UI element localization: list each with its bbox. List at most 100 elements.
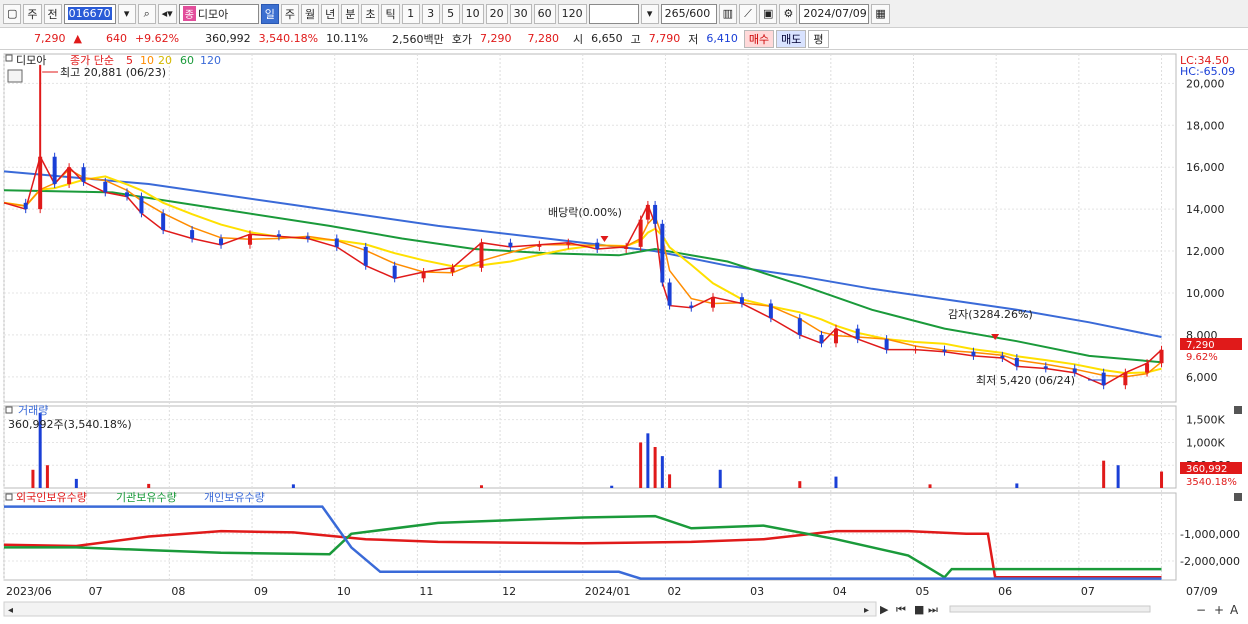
candle (566, 242, 571, 245)
zoom-in-icon[interactable]: + (1214, 603, 1224, 617)
stop-icon[interactable]: ■ (914, 603, 924, 616)
high-price: 7,790 (648, 32, 681, 45)
price-change-pct: +9.62% (134, 32, 180, 45)
volume-bar (45, 465, 49, 488)
low-label: 저 (688, 32, 699, 46)
eval-button[interactable]: 평 (808, 29, 829, 48)
candle (638, 219, 643, 247)
period-tick-button[interactable]: 틱 (381, 3, 400, 24)
gear-icon[interactable]: ⚙ (779, 3, 798, 24)
period-month-button[interactable]: 월 (300, 3, 320, 24)
scroll-right-icon[interactable]: ▸ (864, 605, 869, 616)
line-chart-icon[interactable]: ⟋ (738, 3, 757, 24)
price-tick-label: 16,000 (1186, 161, 1225, 174)
candle (1101, 372, 1106, 386)
up-arrow-icon: ▲ (73, 32, 82, 45)
high-label: 고 (630, 32, 641, 46)
multiplier-1-button[interactable]: 1 (401, 3, 420, 24)
candle (81, 167, 86, 182)
candle (1123, 372, 1128, 386)
stock-name-field[interactable]: 종 디모아 (178, 3, 259, 24)
sell-button[interactable]: 매도 (776, 29, 807, 48)
candle (247, 234, 252, 245)
layout-icon[interactable]: ▢ (3, 3, 22, 24)
multiplier-20-button[interactable]: 20 (485, 3, 508, 24)
multiplier-5-button[interactable]: 5 (441, 3, 460, 24)
auto-scale-icon[interactable]: A (1230, 603, 1239, 617)
volume-bar (668, 474, 672, 488)
x-tick-label: 08 (171, 585, 185, 598)
candle (23, 202, 28, 210)
x-tick-label: 05 (915, 585, 929, 598)
zoom-slider[interactable] (949, 605, 1151, 613)
candle (305, 236, 310, 239)
low-annotation: 최저 5,420 (06/24) (976, 374, 1075, 387)
zoom-out-icon[interactable]: − (1196, 603, 1206, 617)
stock-code-input[interactable]: 016670 (63, 3, 116, 24)
custom-multiplier-input[interactable] (588, 3, 639, 24)
candle (855, 328, 860, 340)
volume-value: 360,992 (205, 32, 251, 45)
x-tick-label: 06 (998, 585, 1012, 598)
count-field[interactable]: 265/600 (660, 3, 717, 24)
chart-area[interactable]: 6,000 8,000 10,000 12,000 14,000 16,000 18,000… (0, 50, 1248, 621)
stock-chart[interactable]: 6,0008,00010,00012,00014,00016,00018,000… (0, 50, 1248, 621)
volume-close-icon[interactable] (1234, 406, 1242, 414)
hc-label: HC:-65.09 (1180, 65, 1235, 78)
candle (1072, 368, 1077, 373)
multiplier-60-button[interactable]: 60 (533, 3, 556, 24)
period-day-button[interactable]: 일 (260, 3, 279, 24)
multiplier-3-button[interactable]: 3 (421, 3, 440, 24)
volume-bar (610, 485, 614, 488)
period-prev-button[interactable]: 전 (43, 3, 62, 24)
candle (219, 238, 224, 245)
candle-icon[interactable]: ▥ (718, 3, 737, 24)
horizontal-scrollbar[interactable] (3, 601, 877, 617)
date-input[interactable]: 2024/07/09 (799, 3, 870, 24)
multiplier-120-button[interactable]: 120 (557, 3, 587, 24)
period-second-button[interactable]: 초 (361, 3, 380, 24)
period-minute-button[interactable]: 분 (341, 3, 360, 24)
price-tick-label: 10,000 (1186, 287, 1225, 300)
buy-button[interactable]: 매수 (743, 29, 775, 48)
x-tick-label: 02 (667, 585, 681, 598)
multiplier-dropdown-icon[interactable]: ▾ (640, 3, 659, 24)
period-year-button[interactable]: 년 (321, 3, 340, 24)
scroll-left-icon[interactable]: ◂ (8, 605, 13, 616)
candle (450, 267, 455, 273)
save-icon[interactable]: ▣ (758, 3, 778, 24)
calendar-icon[interactable]: ▦ (871, 3, 890, 24)
holdings-close-icon[interactable] (1234, 493, 1242, 501)
toolbar: ▢ 주 전 016670 ▾ ⌕ ◂▾ 종 디모아 일 주 월 년 분 초 틱 1… (0, 0, 1248, 28)
multiplier-30-button[interactable]: 30 (509, 3, 532, 24)
rewind-icon[interactable]: ⏮ (896, 603, 906, 616)
x-tick-label: 12 (502, 585, 516, 598)
high-annotation: 최고 20,881 (06/23) (60, 66, 166, 79)
speaker-icon[interactable]: ◂▾ (157, 3, 177, 24)
price-tick-label: 12,000 (1186, 245, 1225, 258)
candle (363, 246, 368, 266)
candle (276, 234, 281, 237)
x-tick-label: 07/09 (1186, 585, 1218, 598)
code-dropdown-icon[interactable]: ▾ (117, 3, 136, 24)
price-tick-label: 20,000 (1186, 77, 1225, 90)
open-label: 시 (573, 32, 584, 46)
play-icon[interactable]: ▶ (880, 603, 889, 616)
forward-icon[interactable]: ⏭ (928, 603, 938, 616)
x-tick-label: 2024/01 (585, 585, 631, 598)
multiplier-10-button[interactable]: 10 (461, 3, 484, 24)
candle (537, 244, 542, 247)
dividend-annotation: 배당락(0.00%) (548, 206, 622, 219)
candle (819, 334, 824, 344)
low-price: 6,410 (706, 32, 738, 45)
bid-price-1: 7,290 (480, 32, 512, 45)
period-main-select[interactable]: 주 (23, 3, 42, 24)
period-week-button[interactable]: 주 (280, 3, 299, 24)
search-icon[interactable]: ⌕ (137, 3, 156, 24)
table-icon[interactable] (7, 69, 23, 83)
candle (660, 223, 665, 283)
candle (595, 242, 600, 249)
volume-bar (1102, 460, 1106, 488)
volume-bar (653, 447, 657, 488)
volume-bar (834, 476, 838, 488)
